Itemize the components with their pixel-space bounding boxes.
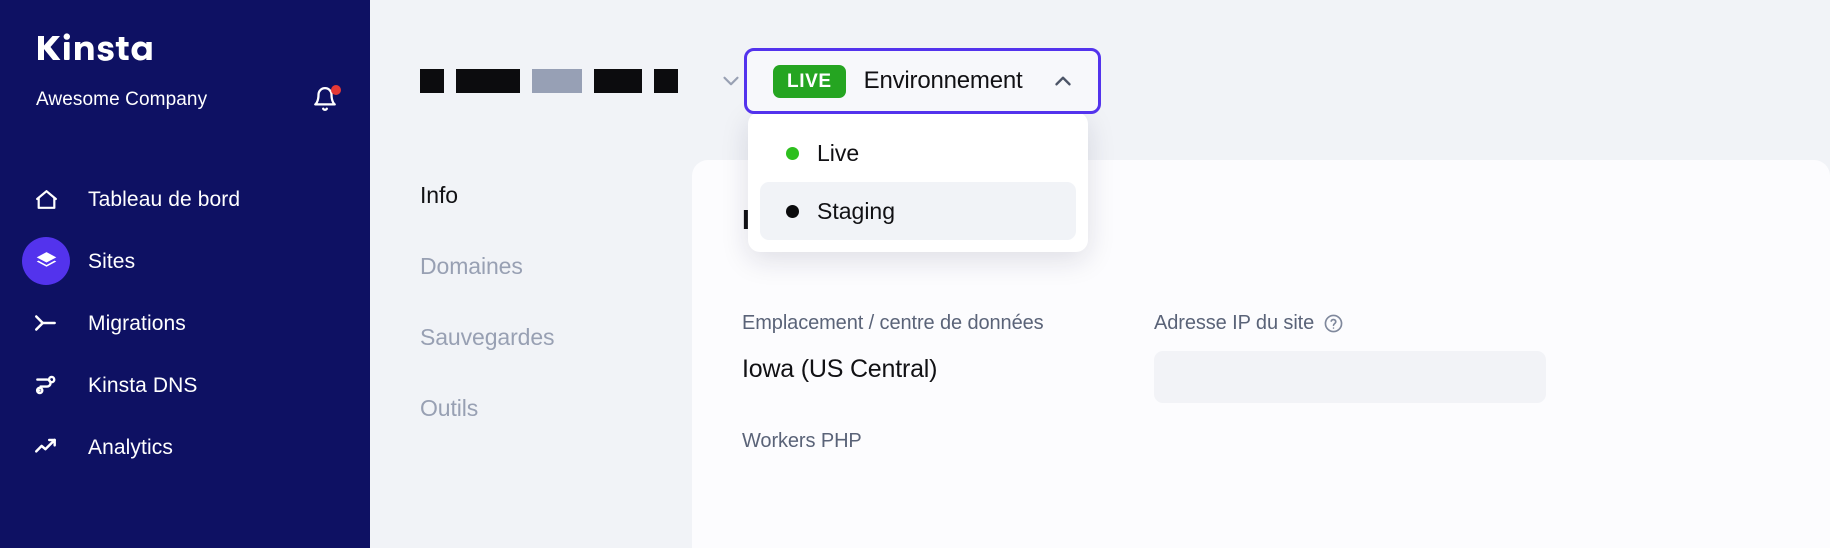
tab-info[interactable]: Info <box>370 160 692 231</box>
environment-option-live[interactable]: Live <box>760 124 1076 182</box>
ip-value-skeleton <box>1154 351 1546 403</box>
dns-nodes-icon-wrap <box>22 361 70 409</box>
organization-name: Awesome Company <box>36 89 208 110</box>
tab-outils[interactable]: Outils <box>370 373 692 444</box>
tab-domaines[interactable]: Domaines <box>370 231 692 302</box>
trending-up-icon <box>35 438 56 453</box>
site-name-redaction-block <box>654 69 678 93</box>
dns-nodes-icon <box>35 375 56 395</box>
site-chevron-wrap <box>718 68 744 94</box>
sidebar-item-label: Analytics <box>88 435 173 459</box>
sidebar-item-kinsta-dns[interactable]: Kinsta DNS <box>0 354 370 416</box>
kinsta-logo[interactable] <box>36 30 164 72</box>
tab-sauvegardes[interactable]: Sauvegardes <box>370 302 692 373</box>
field-php-workers: Workers PHP <box>742 430 862 453</box>
site-name-redaction-block <box>532 69 582 93</box>
migration-arrow-icon-wrap <box>22 299 70 347</box>
site-name-selector[interactable] <box>420 68 744 94</box>
sidebar: Awesome Company Tableau de bord Sites Mi… <box>0 0 370 548</box>
main-area: Info Domaines Sauvegardes Outils Info Em… <box>370 0 1830 548</box>
field-site-ip: Adresse IP du site <box>1154 312 1546 403</box>
secondary-nav: Info Domaines Sauvegardes Outils <box>370 160 692 548</box>
home-icon-wrap <box>22 175 70 223</box>
layers-icon <box>36 251 56 267</box>
environment-selector-label: Environnement <box>863 67 1023 94</box>
layers-icon-wrap <box>22 237 70 285</box>
sidebar-nav: Tableau de bord Sites Migrations Kinsta … <box>0 168 370 478</box>
environment-option-label: Live <box>817 139 860 166</box>
sidebar-item-analytics[interactable]: Analytics <box>0 416 370 478</box>
site-name-redaction-block <box>456 69 520 93</box>
status-badge: LIVE <box>773 64 846 98</box>
field-label-row: Adresse IP du site <box>1154 312 1546 335</box>
sidebar-item-label: Tableau de bord <box>88 187 241 211</box>
field-label: Workers PHP <box>742 430 862 452</box>
env-caret-wrap <box>1040 68 1076 94</box>
site-name-redaction-block <box>594 69 642 93</box>
sidebar-item-label: Kinsta DNS <box>88 373 198 397</box>
status-dot-staging-icon <box>786 204 799 218</box>
field-location: Emplacement / centre de données Iowa (US… <box>742 312 1044 384</box>
chevron-down-icon <box>723 76 739 86</box>
field-label: Emplacement / centre de données <box>742 312 1044 334</box>
field-label: Adresse IP du site <box>1154 312 1315 334</box>
site-name-redaction-block <box>420 69 444 93</box>
environment-dropdown-menu: Live Staging <box>748 112 1088 252</box>
chevron-up-icon <box>1055 76 1072 86</box>
sidebar-item-migrations[interactable]: Migrations <box>0 292 370 354</box>
organization-row: Awesome Company <box>36 85 341 114</box>
sidebar-item-sites[interactable]: Sites <box>0 230 370 292</box>
field-value: Iowa (US Central) <box>742 355 938 383</box>
help-button[interactable] <box>1323 313 1344 334</box>
environment-option-label: Staging <box>817 197 896 224</box>
sidebar-item-tableau-de-bord[interactable]: Tableau de bord <box>0 168 370 230</box>
app-root: Awesome Company Tableau de bord Sites Mi… <box>0 0 1830 548</box>
environment-option-staging[interactable]: Staging <box>760 182 1076 240</box>
sidebar-item-label: Migrations <box>88 311 186 335</box>
kinsta-logo-icon <box>38 33 152 61</box>
question-circle-icon <box>1324 314 1343 333</box>
migration-arrow-icon <box>35 315 56 331</box>
notifications-button[interactable] <box>312 85 341 114</box>
environment-selector-button[interactable]: LIVE Environnement <box>744 48 1102 114</box>
status-dot-live-icon <box>786 146 799 160</box>
notification-badge-dot <box>331 85 341 95</box>
trending-up-icon-wrap <box>22 423 70 471</box>
home-icon <box>35 189 57 209</box>
sidebar-item-label: Sites <box>88 249 136 273</box>
